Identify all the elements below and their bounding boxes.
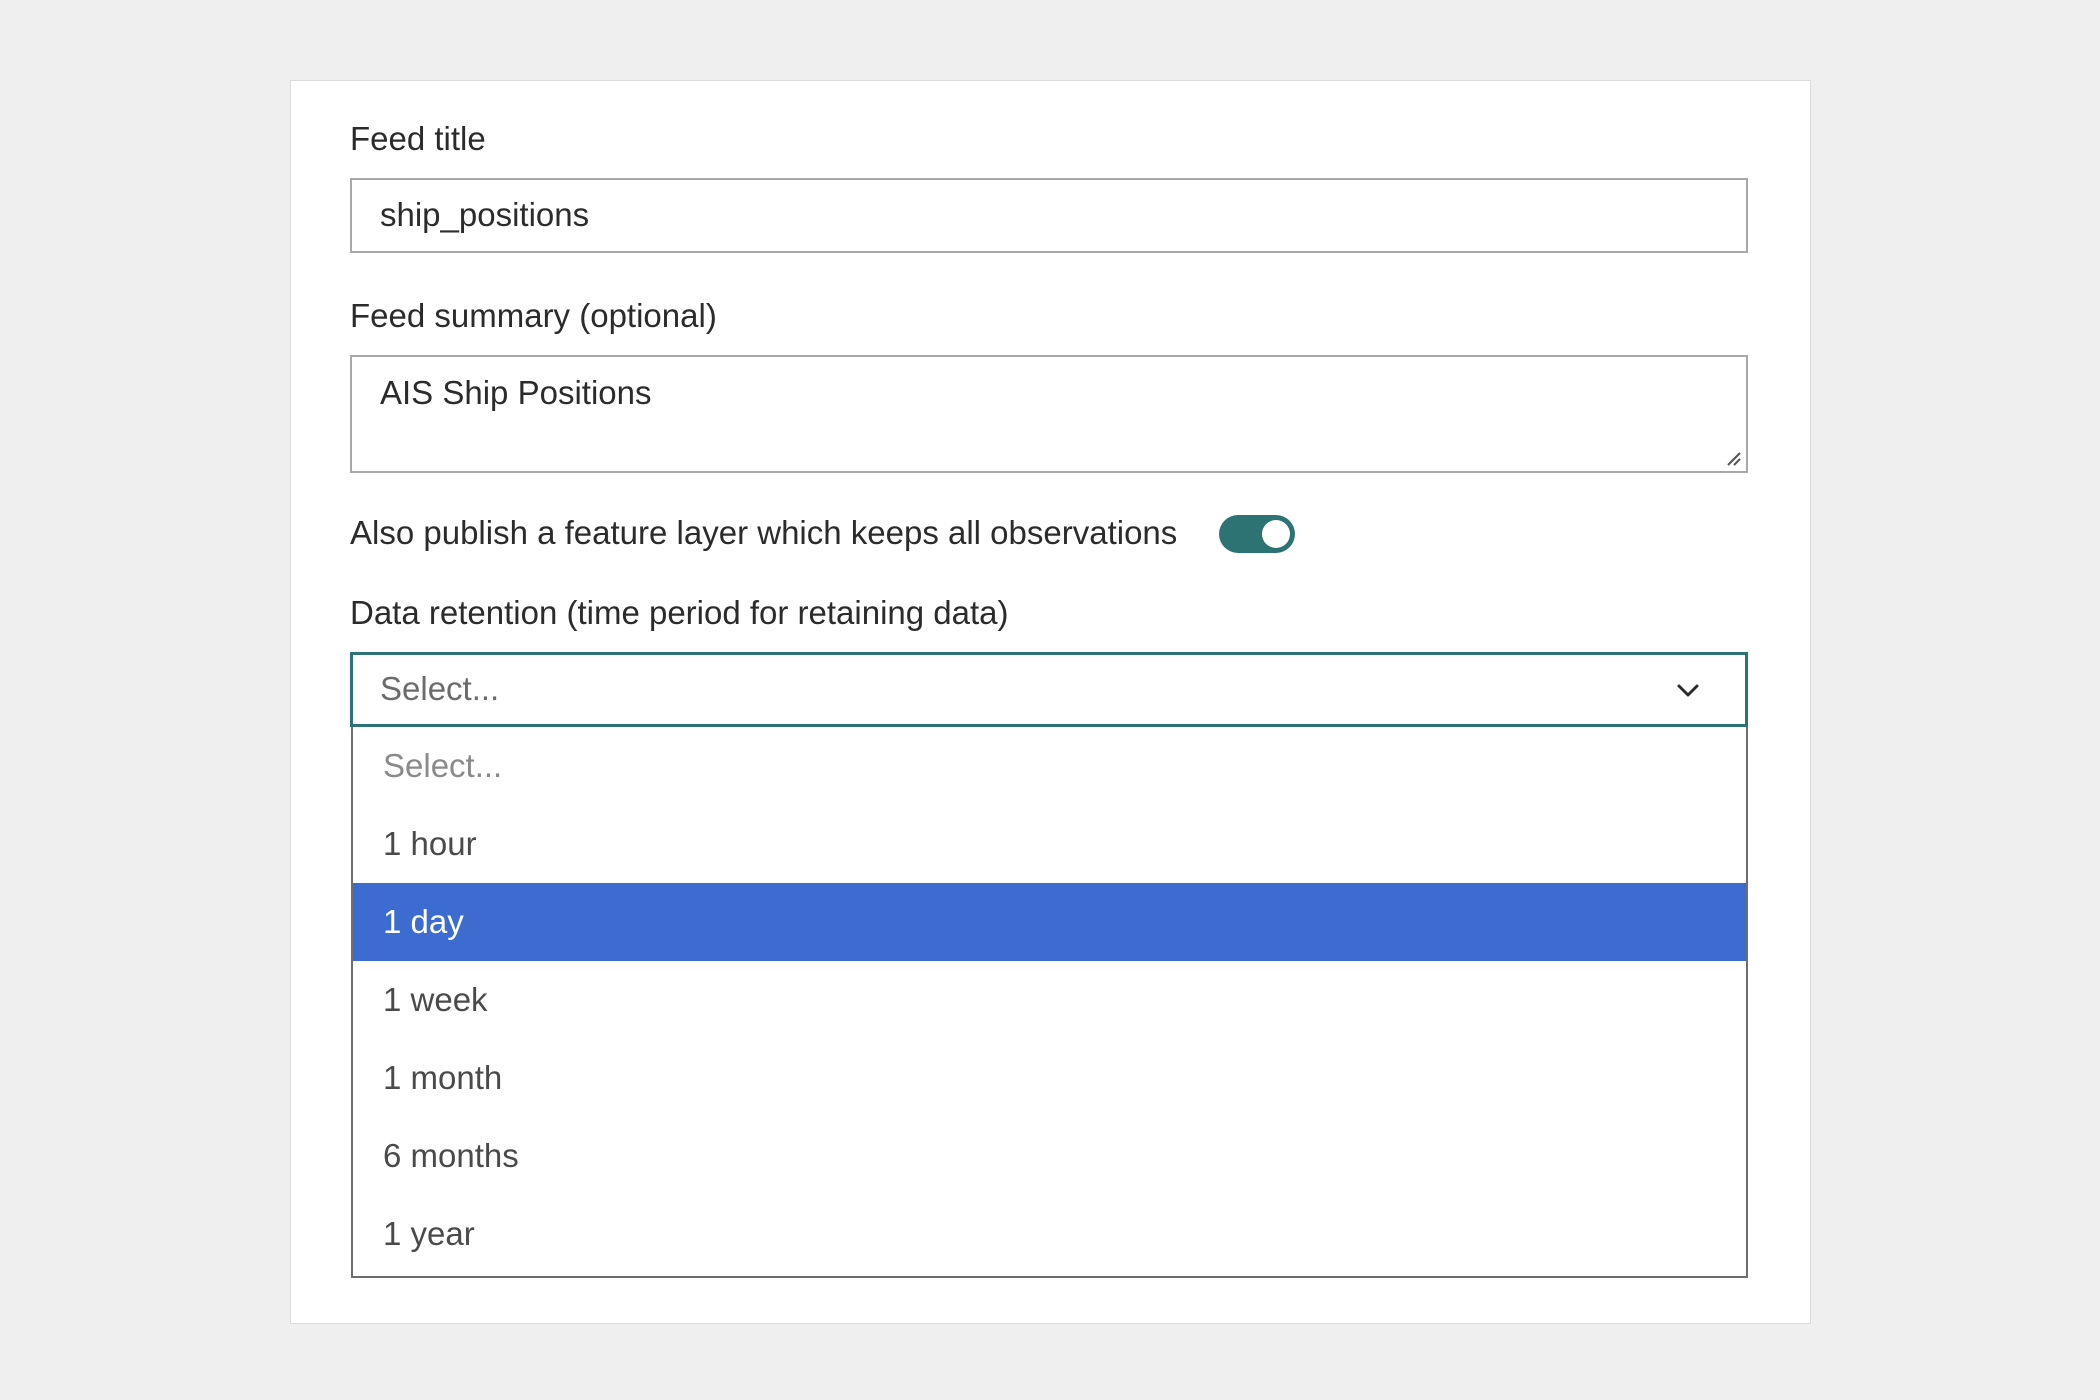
feed-summary-value: AIS Ship Positions [380, 374, 652, 411]
publish-toggle-label: Also publish a feature layer which keeps… [350, 514, 1178, 551]
toggle-knob [1262, 520, 1290, 548]
feed-title-value: ship_positions [380, 196, 590, 233]
chevron-down-icon [1677, 684, 1699, 697]
resize-handle-icon[interactable] [1724, 449, 1742, 467]
feed-title-label: Feed title [350, 120, 486, 157]
option-1-week[interactable]: 1 week [353, 961, 1746, 1039]
data-retention-selected-value: Select... [380, 670, 500, 707]
data-retention-dropdown-list: Select... 1 hour 1 day 1 week 1 month 6 … [351, 727, 1748, 1278]
option-select-placeholder[interactable]: Select... [353, 727, 1746, 805]
data-retention-label: Data retention (time period for retainin… [350, 594, 1009, 631]
feed-summary-label: Feed summary (optional) [350, 297, 717, 334]
data-retention-select[interactable]: Select... [350, 652, 1748, 727]
option-1-hour[interactable]: 1 hour [353, 805, 1746, 883]
option-1-month[interactable]: 1 month [353, 1039, 1746, 1117]
feed-title-input[interactable]: ship_positions [350, 178, 1748, 253]
option-6-months[interactable]: 6 months [353, 1117, 1746, 1195]
option-1-day[interactable]: 1 day [353, 883, 1746, 961]
publish-feature-layer-toggle[interactable] [1219, 515, 1295, 553]
option-1-year[interactable]: 1 year [353, 1195, 1746, 1273]
feed-form-panel: Feed title ship_positions Feed summary (… [290, 80, 1811, 1324]
feed-summary-textarea[interactable]: AIS Ship Positions [350, 355, 1748, 473]
